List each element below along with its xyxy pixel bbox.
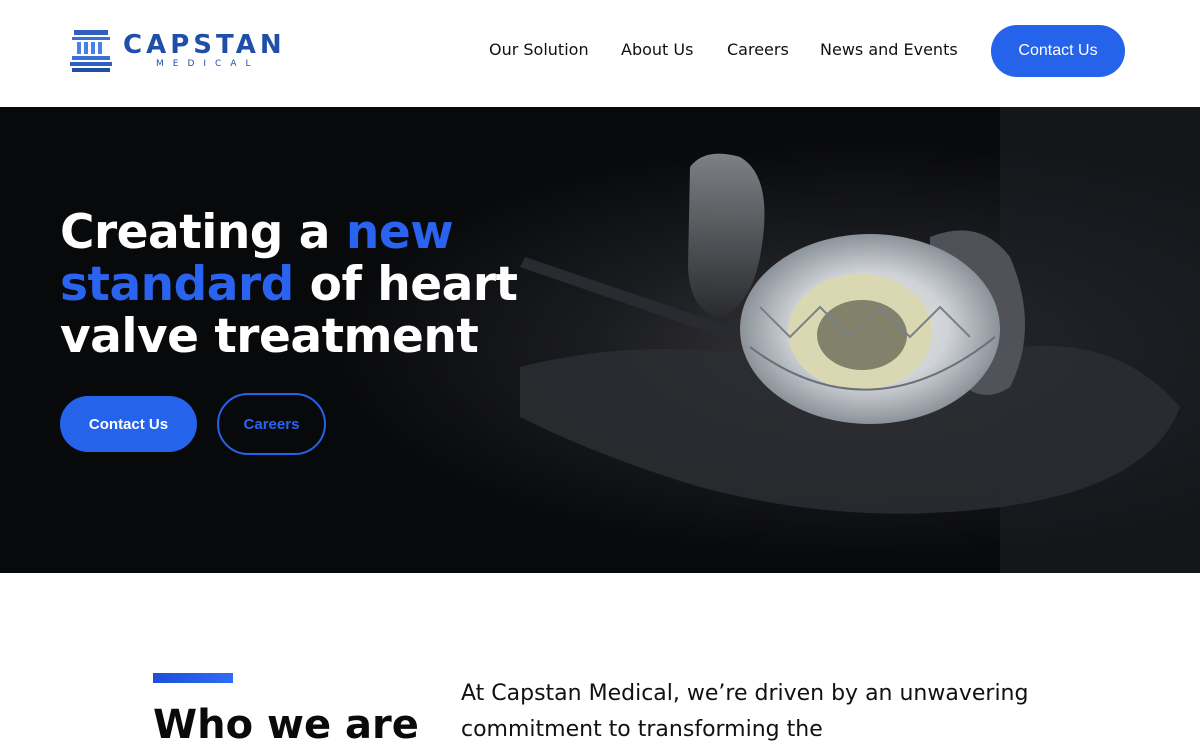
site-header: CAPSTAN MEDICAL Our Solution About Us Ca… xyxy=(0,0,1200,107)
hero-title-accent1: new xyxy=(345,205,454,260)
nav-news-and-events[interactable]: News and Events xyxy=(820,40,958,59)
logo-wordmark: CAPSTAN xyxy=(123,30,286,60)
hero-title-part1: Creating a xyxy=(60,205,346,260)
logo-subtitle: MEDICAL xyxy=(156,59,260,69)
capstan-logo[interactable]: CAPSTAN MEDICAL xyxy=(70,28,300,74)
hero-title-accent2: standard xyxy=(60,257,294,312)
hero-section: Creating a new standard of heart valve t… xyxy=(0,107,1200,573)
section-accent-bar xyxy=(153,673,233,683)
hero-title: Creating a new standard of heart valve t… xyxy=(60,207,580,363)
hero-careers-button[interactable]: Careers xyxy=(217,393,326,455)
who-we-are-heading: Who we are xyxy=(153,702,419,748)
nav-contact-button[interactable]: Contact Us xyxy=(991,25,1125,77)
nav-our-solution[interactable]: Our Solution xyxy=(489,40,589,59)
nav-about-us[interactable]: About Us xyxy=(621,40,693,59)
hero-contact-button[interactable]: Contact Us xyxy=(60,396,197,452)
who-we-are-text: At Capstan Medical, we’re driven by an u… xyxy=(461,681,1029,742)
nav-careers[interactable]: Careers xyxy=(727,40,789,59)
capstan-column-icon xyxy=(70,30,112,72)
